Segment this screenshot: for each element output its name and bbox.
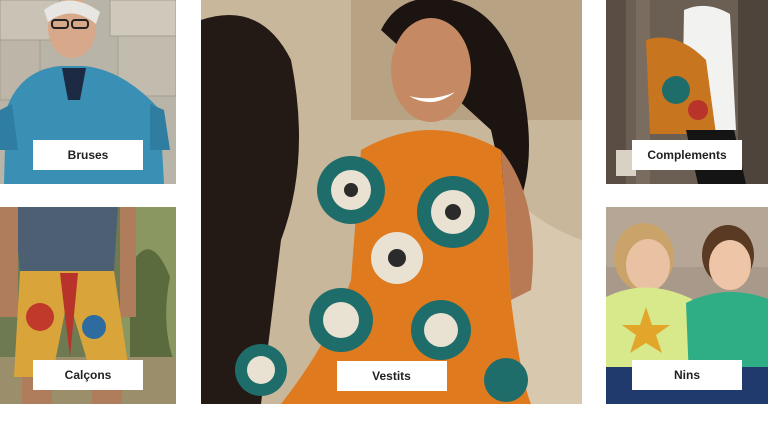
vestits-label[interactable]: Vestits bbox=[336, 361, 447, 391]
calcons-label[interactable]: Calçons bbox=[33, 360, 143, 390]
category-tile-vestits[interactable]: Vestits bbox=[201, 0, 582, 404]
complements-label[interactable]: Complements bbox=[632, 140, 742, 170]
category-tile-bruses[interactable]: Bruses bbox=[0, 0, 176, 184]
nins-label[interactable]: Nins bbox=[632, 360, 742, 390]
vestits-photo bbox=[201, 0, 582, 404]
category-tile-complements[interactable]: Complements bbox=[606, 0, 768, 184]
category-tile-calcons[interactable]: Calçons bbox=[0, 207, 176, 404]
bruses-label[interactable]: Bruses bbox=[33, 140, 143, 170]
category-tile-nins[interactable]: Nins bbox=[606, 207, 768, 404]
